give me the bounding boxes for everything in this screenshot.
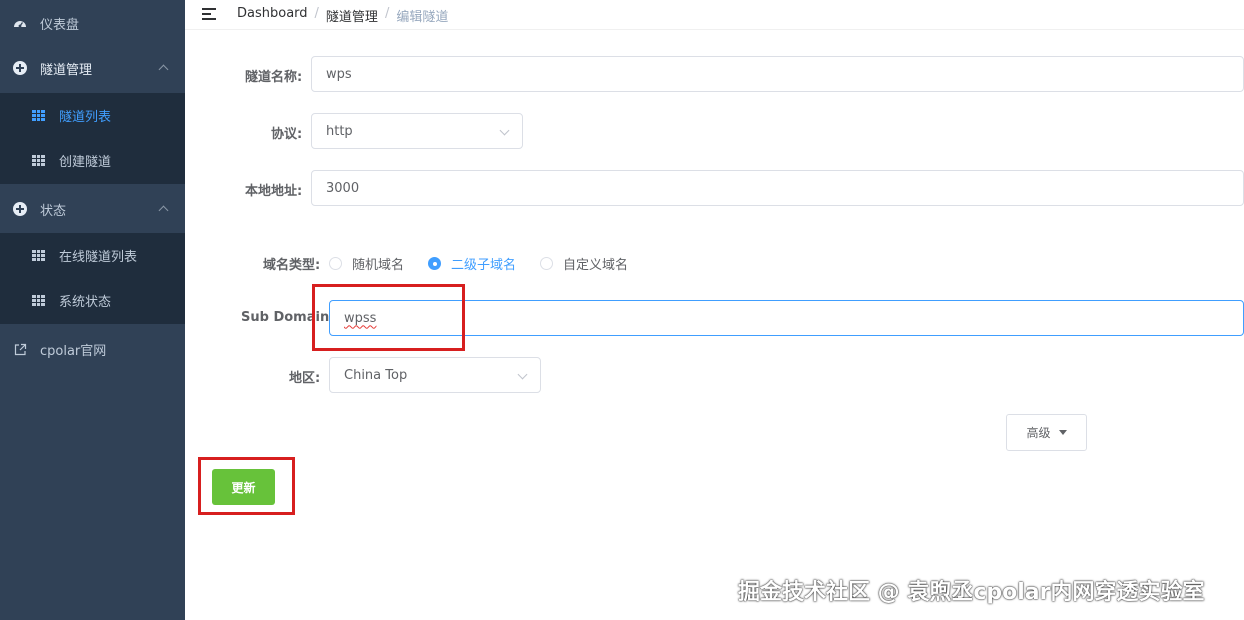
region-value: China Top <box>344 367 408 383</box>
highlight-box-update <box>198 457 295 515</box>
hamburger-icon[interactable] <box>202 8 216 20</box>
menu-item-status[interactable]: 状态 <box>0 186 185 232</box>
menu-label: 隧道管理 <box>40 62 93 78</box>
radio-label: 自定义域名 <box>563 258 629 273</box>
table-icon <box>32 154 45 167</box>
menu-item-tunnel-management[interactable]: 隧道管理 <box>0 45 185 91</box>
chevron-up-icon <box>158 64 169 75</box>
local-address-input[interactable]: 3000 <box>311 170 1244 206</box>
local-address-value: 3000 <box>326 180 360 196</box>
table-icon <box>32 249 45 262</box>
highlight-box-subdomain <box>312 284 465 351</box>
radio-circle <box>329 257 342 270</box>
tunnel-name-input[interactable]: wps <box>311 56 1244 92</box>
menu-label: cpolar官网 <box>40 343 107 359</box>
advanced-button[interactable]: 高级 <box>1006 414 1087 451</box>
region-label: 地区: <box>289 371 321 386</box>
sidebar-item-system-status[interactable]: 系统状态 <box>0 278 185 323</box>
subdomain-input[interactable]: wpss <box>329 300 1244 336</box>
protocol-label: 协议: <box>271 127 303 142</box>
plus-circle-icon <box>13 61 27 75</box>
sidebar-item-online-tunnels[interactable]: 在线隧道列表 <box>0 233 185 278</box>
top-navbar: Dashboard / 隧道管理 / 编辑隧道 <box>185 0 1244 30</box>
domain-type-label: 域名类型: <box>263 258 321 273</box>
region-select[interactable]: China Top <box>329 357 541 393</box>
breadcrumb: Dashboard / 隧道管理 / 编辑隧道 <box>237 6 448 25</box>
external-link-icon <box>13 342 27 356</box>
breadcrumb-tunnel-management[interactable]: 隧道管理 <box>326 6 378 25</box>
dashboard-icon <box>13 16 27 30</box>
breadcrumb-separator: / <box>314 6 319 21</box>
sidebar-item-label: 在线隧道列表 <box>59 250 138 265</box>
menu-item-dashboard[interactable]: 仪表盘 <box>0 0 185 46</box>
protocol-select[interactable]: http <box>311 113 523 149</box>
sidebar-item-label: 创建隧道 <box>59 155 112 170</box>
local-address-label: 本地地址: <box>245 184 303 199</box>
radio-label: 二级子域名 <box>451 258 517 273</box>
table-icon <box>32 294 45 307</box>
tunnel-name-value: wps <box>326 66 352 82</box>
advanced-label: 高级 <box>1026 426 1051 440</box>
watermark-text: 掘金技术社区 @ 袁煦丞cpolar内网穿透实验室 <box>738 580 1205 605</box>
menu-label: 状态 <box>40 203 67 219</box>
chevron-down-icon <box>517 369 528 380</box>
radio-custom-domain[interactable]: 自定义域名 <box>540 254 628 273</box>
menu-item-cpolar-site[interactable]: cpolar官网 <box>0 326 185 372</box>
radio-random-domain[interactable]: 随机域名 <box>329 254 404 273</box>
menu-label: 仪表盘 <box>40 17 80 33</box>
plus-circle-icon <box>13 202 27 216</box>
tunnel-name-label: 隧道名称: <box>245 70 303 85</box>
breadcrumb-dashboard[interactable]: Dashboard <box>237 6 308 25</box>
protocol-value: http <box>326 123 353 139</box>
radio-subdomain[interactable]: 二级子域名 <box>428 254 516 273</box>
caret-down-icon <box>1058 430 1067 435</box>
sidebar-item-label: 系统状态 <box>59 295 112 310</box>
radio-circle-checked <box>428 257 441 270</box>
chevron-down-icon <box>499 125 510 136</box>
submenu-tunnels: 隧道列表 创建隧道 <box>0 93 185 184</box>
breadcrumb-separator: / <box>384 6 390 21</box>
sidebar-item-tunnel-list[interactable]: 隧道列表 <box>0 93 185 138</box>
breadcrumb-current: 编辑隧道 <box>396 10 449 25</box>
submenu-status: 在线隧道列表 系统状态 <box>0 233 185 324</box>
sidebar-item-label: 隧道列表 <box>59 110 112 125</box>
chevron-up-icon <box>158 205 169 216</box>
sidebar: 仪表盘 隧道管理 隧道列表 创建隧道 状态 在线隧道列表 系统状态 cpolar… <box>0 0 185 620</box>
radio-label: 随机域名 <box>352 258 405 273</box>
table-icon <box>32 109 45 122</box>
sidebar-item-create-tunnel[interactable]: 创建隧道 <box>0 138 185 183</box>
radio-circle <box>540 257 553 270</box>
